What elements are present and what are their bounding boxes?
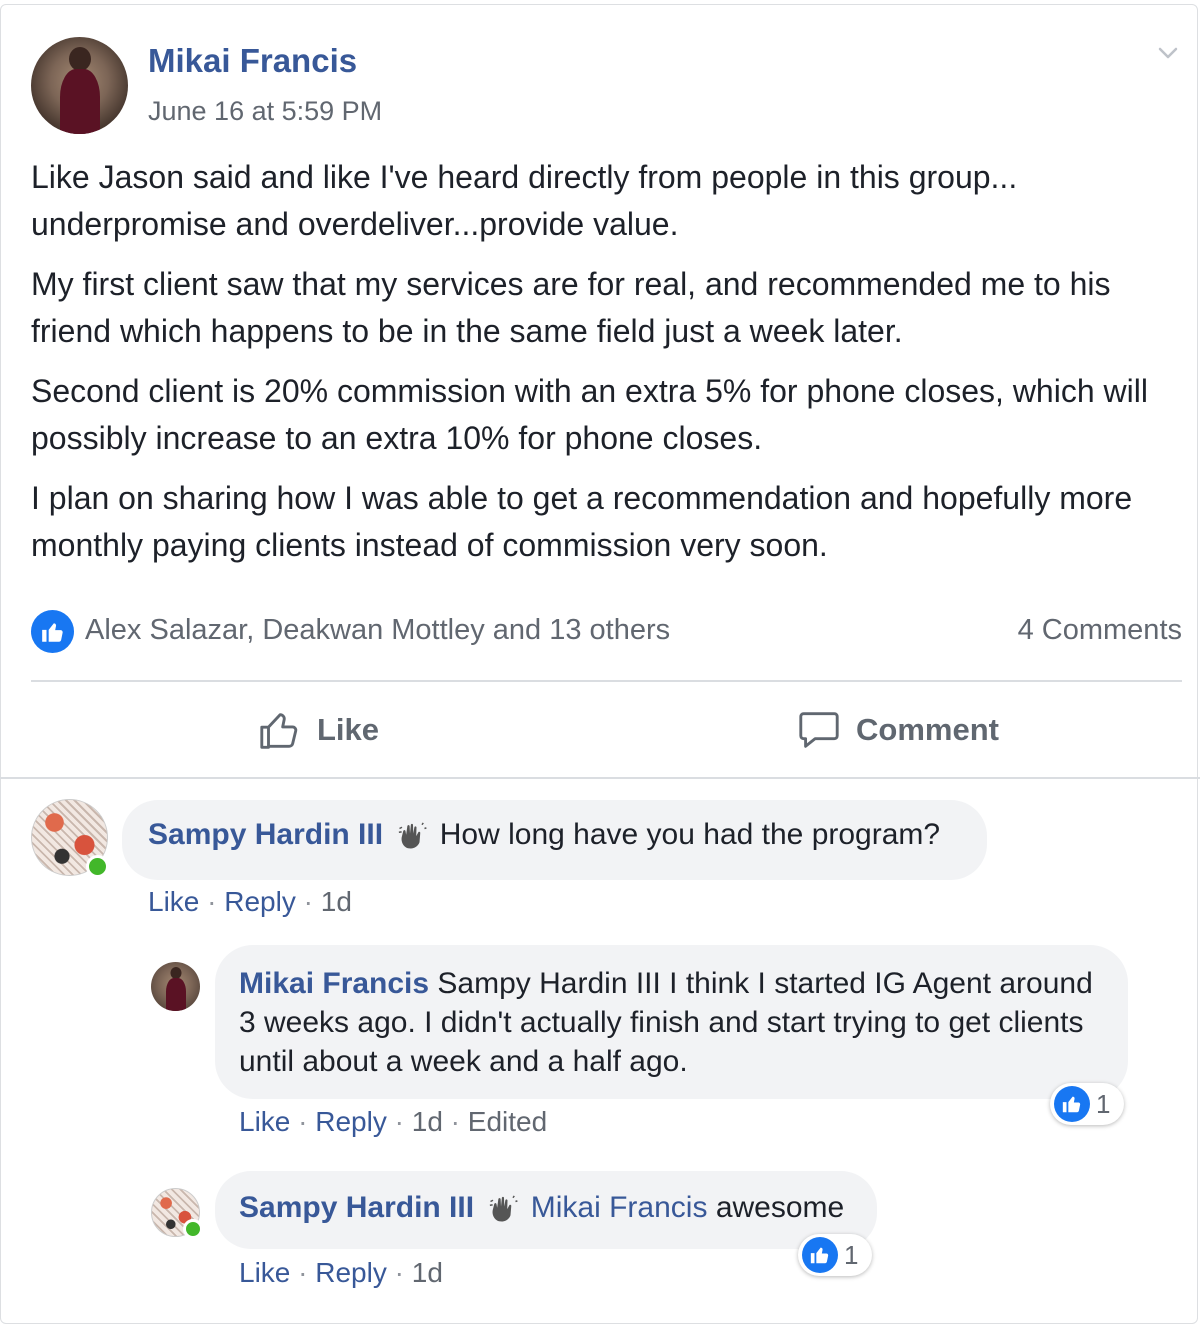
comment-like-link[interactable]: Like [148, 886, 199, 917]
post-body: Like Jason said and like I've heard dire… [31, 154, 1181, 582]
divider [31, 680, 1182, 682]
reply-author[interactable]: Sampy Hardin III [239, 1191, 474, 1224]
thumbs-up-icon [260, 713, 298, 749]
author-avatar[interactable] [31, 37, 128, 134]
reply-author-avatar[interactable] [151, 962, 200, 1011]
reply-reaction-count[interactable]: 1 [1050, 1083, 1124, 1125]
reply-edited[interactable]: Edited [468, 1106, 547, 1137]
reply-meta: Like · Reply · 1d · Edited [239, 1106, 548, 1137]
post-author-name[interactable]: Mikai Francis [148, 42, 357, 80]
reply-bubble: Mikai Francis Sampy Hardin III I think I… [215, 945, 1128, 1099]
waving-hand-icon [490, 1195, 519, 1222]
post-paragraph: My first client saw that my services are… [31, 266, 1111, 349]
online-status-dot [183, 1219, 203, 1239]
section-divider [0, 777, 1200, 779]
reaction-count: 1 [844, 1239, 859, 1270]
waving-hand-icon [399, 822, 428, 849]
like-button-label: Like [317, 712, 380, 747]
reply-author[interactable]: Mikai Francis [239, 967, 429, 1000]
post-paragraph: Like Jason said and like I've heard dire… [31, 159, 1018, 242]
reply-reply-link[interactable]: Reply [315, 1257, 387, 1288]
comment-meta: Like · Reply · 1d [148, 886, 352, 917]
chevron-down-icon[interactable] [1157, 42, 1179, 64]
reply-like-link[interactable]: Like [239, 1257, 290, 1288]
comment-bubble: Sampy Hardin III How long have you had t… [122, 800, 987, 880]
post-paragraph: I plan on sharing how I was able to get … [31, 480, 1133, 563]
reaction-count: 1 [1096, 1088, 1111, 1119]
like-reaction-icon [1054, 1086, 1090, 1122]
online-status-dot [86, 855, 109, 878]
reply-like-link[interactable]: Like [239, 1106, 290, 1137]
like-reaction-icon [802, 1237, 838, 1273]
comment-age[interactable]: 1d [321, 886, 352, 917]
like-reaction-icon[interactable] [31, 610, 74, 653]
reply-bubble: Sampy Hardin III Mikai Francis awesome [215, 1171, 877, 1249]
like-button[interactable]: Like [257, 704, 379, 756]
comment-text: How long have you had the program? [439, 818, 941, 851]
comment-button[interactable]: Comment [796, 704, 999, 756]
reply-text: awesome [715, 1191, 845, 1224]
reply-age[interactable]: 1d [412, 1257, 443, 1288]
reactors-summary[interactable]: Alex Salazar, Deakwan Mottley and 13 oth… [85, 614, 670, 647]
comment-author[interactable]: Sampy Hardin III [148, 818, 383, 851]
comments-count[interactable]: 4 Comments [1018, 614, 1182, 647]
post-timestamp[interactable]: June 16 at 5:59 PM [148, 96, 382, 127]
speech-bubble-icon [799, 712, 839, 748]
comment-reply-link[interactable]: Reply [224, 886, 296, 917]
post-paragraph: Second client is 20% commission with an … [31, 373, 1148, 456]
reply-mention[interactable]: Mikai Francis [531, 1191, 708, 1224]
reply-age[interactable]: 1d [412, 1106, 443, 1137]
reply-meta: Like · Reply · 1d [239, 1257, 443, 1288]
comment-button-label: Comment [856, 712, 999, 747]
reply-reply-link[interactable]: Reply [315, 1106, 387, 1137]
reply-reaction-count[interactable]: 1 [798, 1234, 872, 1276]
